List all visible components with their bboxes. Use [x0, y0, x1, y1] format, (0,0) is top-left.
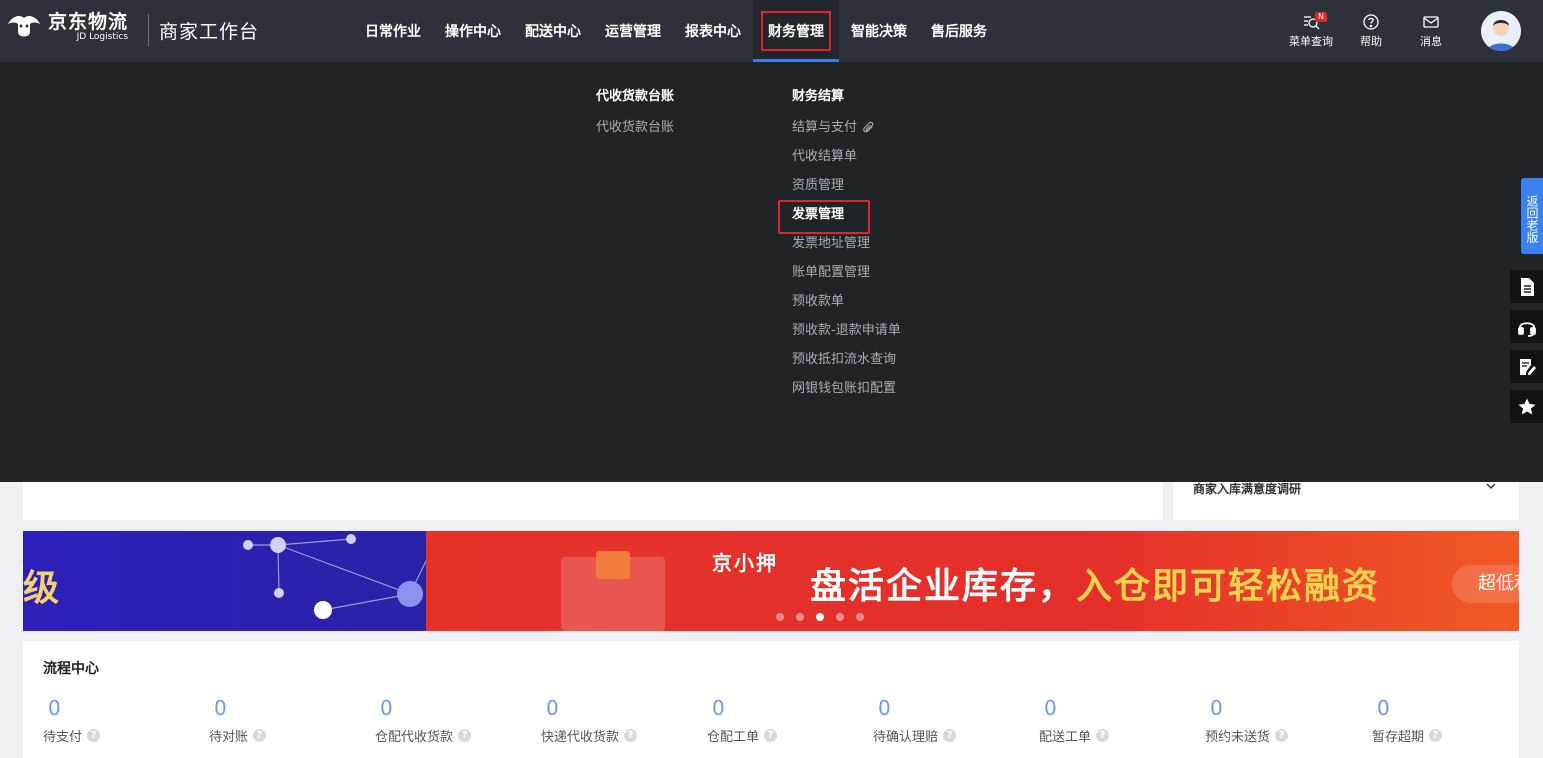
back-to-old-version-button[interactable]: 返回老版	[1521, 178, 1543, 254]
menu-item-bill-config-mgmt[interactable]: 账单配置管理	[792, 265, 901, 294]
edit-note-icon	[1519, 358, 1536, 375]
menu-item-prepayment-refund[interactable]: 预收款-退款申请单	[792, 323, 901, 352]
headset-icon	[1517, 321, 1536, 337]
menu-item-cod-statement[interactable]: 代收结算单	[792, 149, 901, 178]
carousel-dot[interactable]	[836, 613, 844, 621]
content-panel	[23, 482, 1163, 520]
jd-logistics-logo[interactable]: 京东物流 JD Logistics	[6, 12, 128, 42]
nav-operations-mgmt[interactable]: 运营管理	[593, 0, 673, 62]
star-icon	[1518, 398, 1535, 414]
menu-item-invoice-mgmt[interactable]: 发票管理	[778, 200, 901, 236]
menu-item-ebank-wallet-config[interactable]: 网银钱包账扣配置	[792, 381, 901, 410]
help-icon	[1363, 14, 1379, 30]
main-nav: 日常作业 操作中心 配送中心 运营管理 报表中心 财务管理 智能决策 售后服务	[353, 0, 999, 62]
logo-text-cn: 京东物流	[48, 11, 129, 33]
nav-finance-mgmt[interactable]: 财务管理	[753, 0, 839, 62]
metric-pending-payment[interactable]: 0 待支付?	[43, 696, 101, 745]
network-graphic-icon	[243, 534, 426, 619]
document-icon	[1520, 277, 1534, 296]
carousel-dot[interactable]	[776, 613, 784, 621]
nav-smart-decision[interactable]: 智能决策	[839, 0, 919, 62]
user-avatar[interactable]	[1481, 11, 1521, 51]
feedback-side-button[interactable]	[1510, 350, 1543, 383]
favorites-side-button[interactable]	[1510, 390, 1543, 423]
finance-dropdown-menu: 代收货款台账 代收货款台账 财务结算 结算与支付 代收结算单 资质管理 发票管理…	[0, 62, 1543, 482]
banner-slide-current: 京小押 盘活企业库存，入仓即可轻松融资 超低利	[426, 531, 1519, 631]
banner-slogan: 盘活企业库存，入仓即可轻松融资	[810, 566, 1381, 607]
banner-cta-pill[interactable]: 超低利	[1452, 565, 1519, 603]
avatar-icon	[1481, 11, 1521, 51]
new-badge: N	[1315, 12, 1327, 22]
help-question-icon[interactable]: ?	[943, 729, 957, 742]
jd-dog-logo-icon	[8, 16, 40, 37]
survey-panel[interactable]: 商家入库满意度调研	[1173, 482, 1519, 520]
carousel-dots	[776, 613, 876, 621]
menu-group-title: 代收货款台账	[596, 89, 675, 104]
logo-divider	[148, 14, 149, 46]
promo-banner-carousel[interactable]: 级 京小押 盘活企业库存，入仓即可轻松融资 超低利	[23, 531, 1519, 631]
menu-item-settlement-payment[interactable]: 结算与支付	[792, 120, 901, 149]
header-tools: N 菜单查询 帮助 消息	[1281, 0, 1543, 62]
banner-brand: 京小押	[712, 551, 778, 575]
help-question-icon[interactable]: ?	[624, 729, 638, 742]
banner-slide-prev: 级	[23, 531, 426, 631]
metric-pending-reconcile[interactable]: 0 待对账?	[209, 696, 267, 745]
mail-icon	[1423, 16, 1439, 28]
metric-warehouse-ticket[interactable]: 0 仓配工单?	[707, 696, 778, 745]
metric-express-cod[interactable]: 0 快递代收货款?	[541, 696, 638, 745]
survey-title: 商家入库满意度调研	[1193, 482, 1302, 496]
nav-after-sales[interactable]: 售后服务	[919, 0, 999, 62]
logo-text-en: JD Logistics	[76, 32, 129, 42]
carousel-dot[interactable]	[856, 613, 864, 621]
carousel-dot-active[interactable]	[816, 613, 824, 621]
paperclip-icon	[863, 121, 874, 133]
nav-daily-ops[interactable]: 日常作业	[353, 0, 433, 62]
banner-prev-text: 级	[23, 568, 60, 609]
process-center-panel: 流程中心 0 待支付? 0 待对账? 0 仓配代收货款? 0 快递代收货款? 0…	[23, 641, 1519, 758]
menu-item-prepayment-order[interactable]: 预收款单	[792, 294, 901, 323]
menu-column-cod-ledger: 代收货款台账 代收货款台账	[596, 87, 674, 149]
metric-warehouse-cod[interactable]: 0 仓配代收货款?	[375, 696, 472, 745]
help-question-icon[interactable]: ?	[458, 729, 472, 742]
nav-operation-center[interactable]: 操作中心	[433, 0, 513, 62]
menu-item-invoice-address-mgmt[interactable]: 发票地址管理	[792, 236, 901, 265]
metric-pending-claim[interactable]: 0 待确认理赔?	[873, 696, 957, 745]
carousel-dot[interactable]	[796, 613, 804, 621]
document-side-button[interactable]	[1510, 270, 1543, 303]
nav-report-center[interactable]: 报表中心	[673, 0, 753, 62]
top-header: 京东物流 JD Logistics 商家工作台 日常作业 操作中心 配送中心 运…	[0, 0, 1543, 62]
help-button[interactable]: 帮助	[1341, 0, 1401, 62]
process-center-title: 流程中心	[43, 661, 99, 677]
metric-delivery-ticket[interactable]: 0 配送工单?	[1039, 696, 1110, 745]
nav-delivery-center[interactable]: 配送中心	[513, 0, 593, 62]
help-question-icon[interactable]: ?	[87, 729, 101, 742]
messages-button[interactable]: 消息	[1401, 0, 1461, 62]
menu-group-title: 财务结算	[792, 89, 845, 104]
help-question-icon[interactable]: ?	[1275, 729, 1289, 742]
menu-search-button[interactable]: N 菜单查询	[1281, 0, 1341, 62]
menu-item-cod-ledger[interactable]: 代收货款台账	[596, 120, 674, 149]
metric-storage-overdue[interactable]: 0 暂存超期?	[1372, 696, 1443, 745]
menu-item-prepayment-deduction-query[interactable]: 预收抵扣流水查询	[792, 352, 901, 381]
box-graphic-icon	[561, 551, 665, 631]
help-question-icon[interactable]: ?	[253, 729, 267, 742]
chevron-down-icon	[1486, 483, 1496, 489]
menu-column-finance-settlement: 财务结算 结算与支付 代收结算单 资质管理 发票管理 发票地址管理 账单配置管理…	[778, 87, 901, 410]
help-question-icon[interactable]: ?	[1429, 729, 1443, 742]
help-question-icon[interactable]: ?	[1096, 729, 1110, 742]
help-question-icon[interactable]: ?	[764, 729, 778, 742]
metric-booked-not-delivered[interactable]: 0 预约未送货?	[1205, 696, 1289, 745]
customer-service-side-button[interactable]	[1510, 310, 1543, 343]
workbench-title: 商家工作台	[159, 21, 260, 43]
